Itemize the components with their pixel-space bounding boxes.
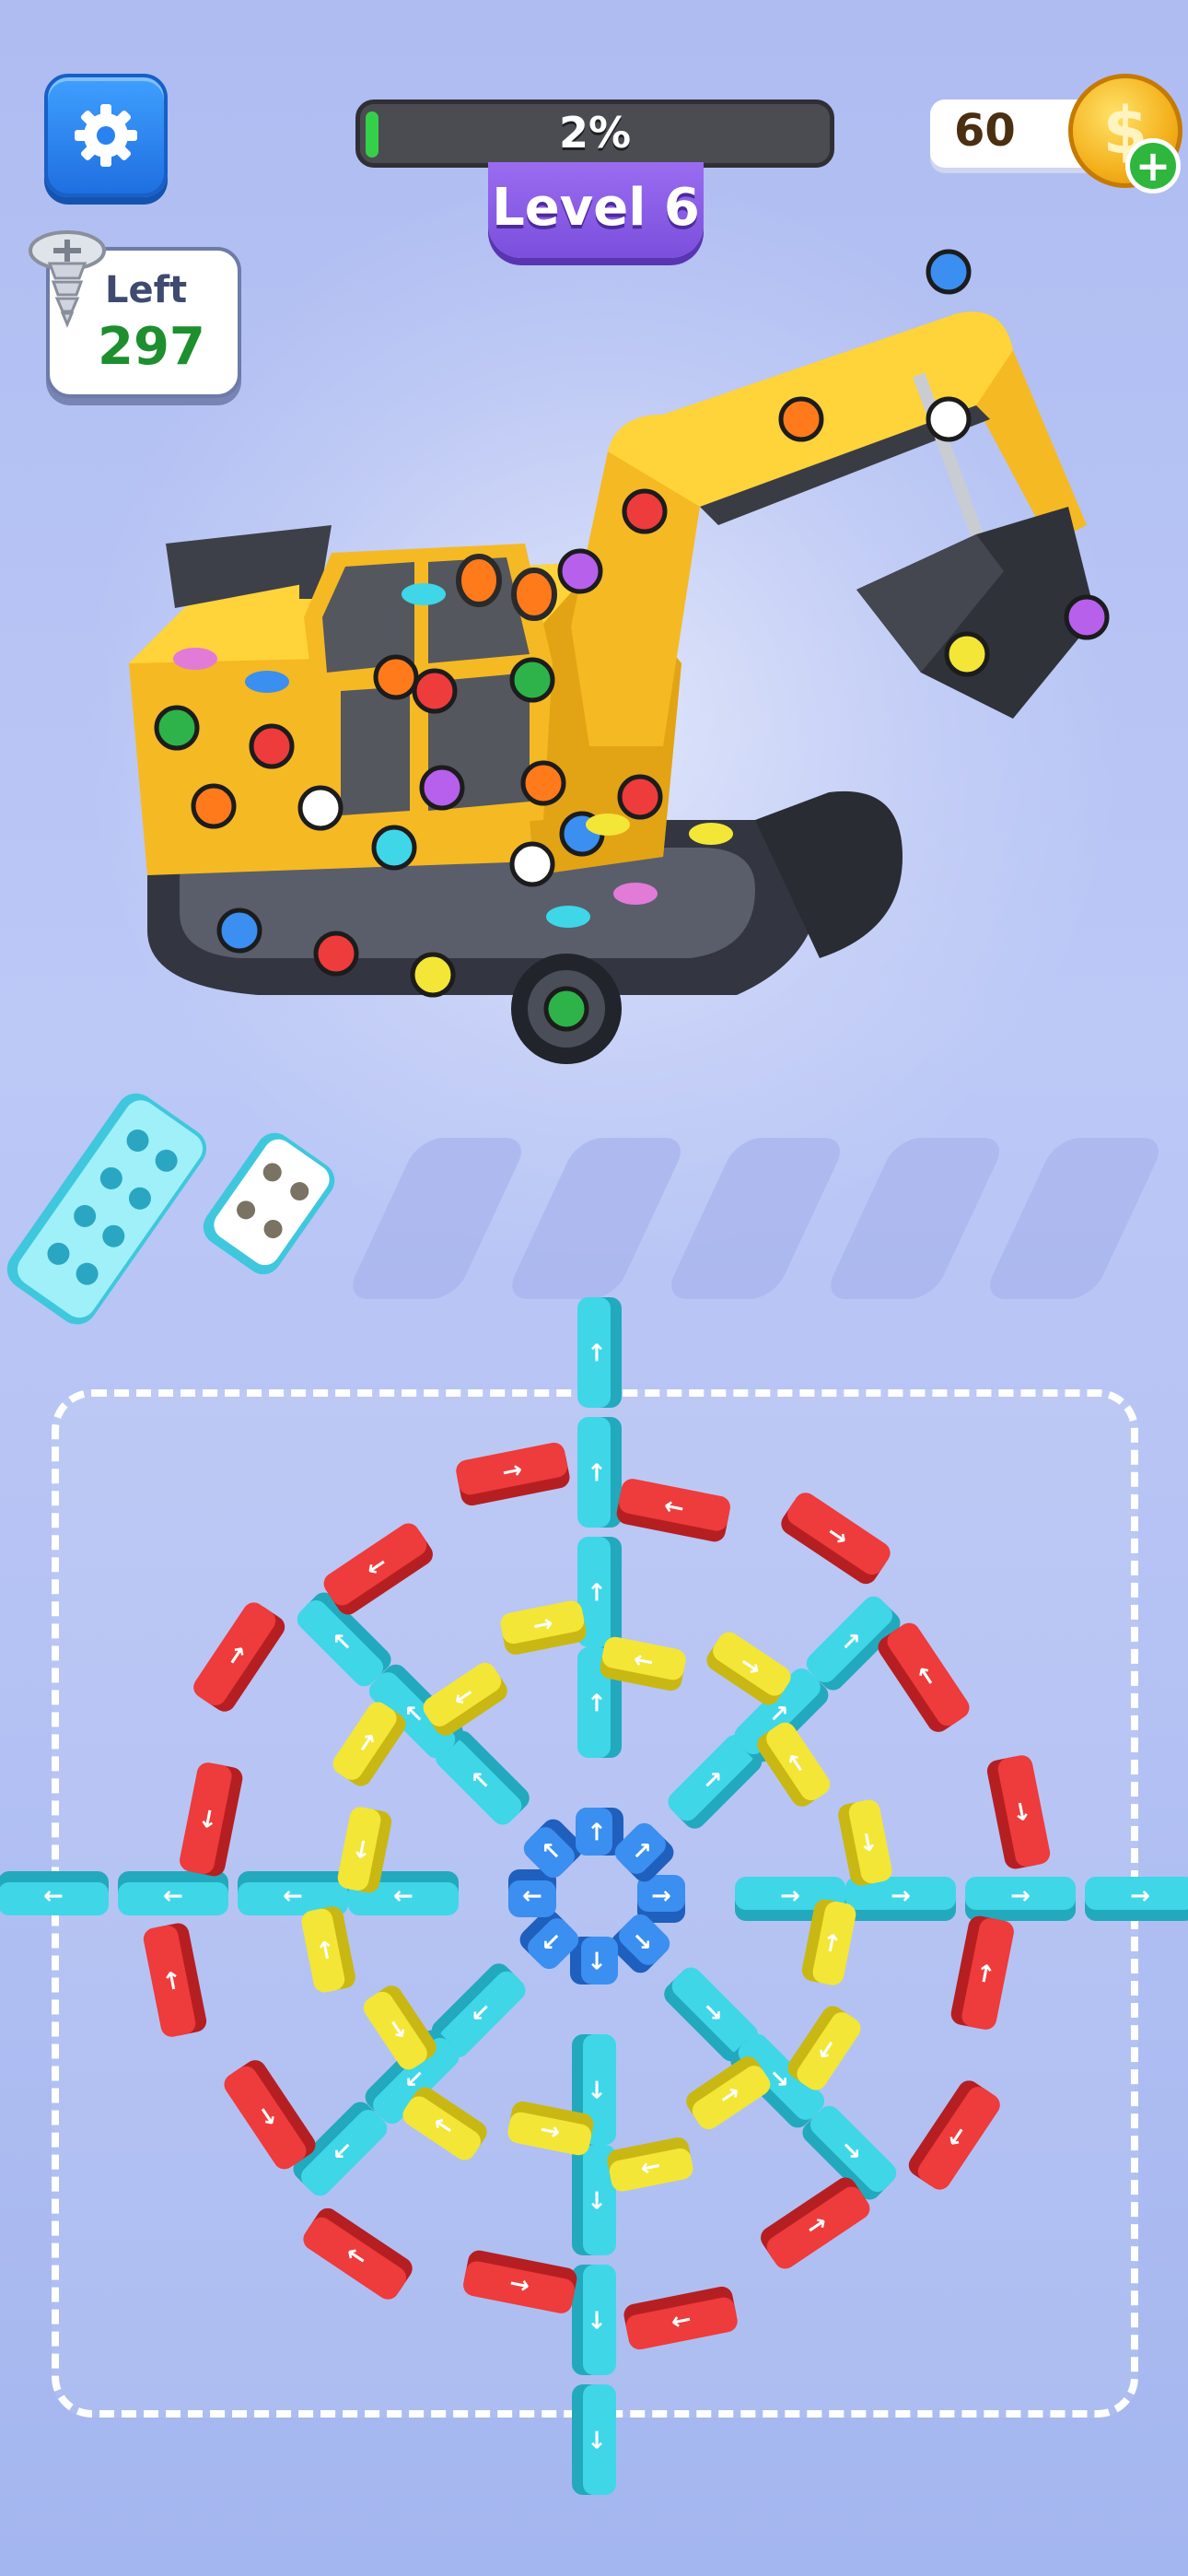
arrow-icon: → (522, 1882, 542, 1910)
puzzle-block[interactable]: → (142, 1921, 208, 2038)
block-puzzle: → → → → → → → → → → → → → → → → → → → → → → → → → → → → → → → → → → → → ← → ← →… (0, 0, 1188, 2576)
puzzle-block[interactable]: → (985, 1753, 1052, 1870)
arrow-icon: → (583, 2190, 611, 2210)
arrow-icon: → (583, 1950, 611, 1971)
puzzle-block[interactable]: → (190, 1598, 289, 1716)
arrow-icon: → (583, 2310, 611, 2330)
puzzle-block[interactable]: → (577, 1417, 622, 1528)
arrow-icon: → (163, 1882, 183, 1910)
arrow-icon: → (283, 1882, 303, 1910)
puzzle-block[interactable]: ← (178, 1761, 244, 1878)
puzzle-block[interactable]: → (1085, 1877, 1188, 1921)
arrow-icon: → (1010, 1882, 1031, 1910)
puzzle-block[interactable]: ← (756, 2173, 874, 2273)
arrow-icon: → (1130, 1882, 1150, 1910)
puzzle-block[interactable]: ← (461, 2249, 578, 2315)
puzzle-block[interactable]: → (904, 2077, 1004, 2195)
arrow-icon: → (583, 2430, 611, 2450)
puzzle-block[interactable]: → (118, 1871, 228, 1915)
puzzle-block[interactable]: → (605, 2136, 694, 2194)
puzzle-block[interactable]: ← (949, 1914, 1016, 2032)
puzzle-block[interactable]: ← (320, 1519, 437, 1619)
arrow-icon: → (583, 1821, 611, 1842)
puzzle-block[interactable]: ← (615, 1477, 732, 1543)
arrow-icon: → (393, 1882, 413, 1910)
puzzle-block[interactable]: ← (874, 1619, 973, 1737)
arrow-icon: → (583, 1462, 611, 1482)
puzzle-block[interactable]: ← (220, 2055, 320, 2173)
arrow-icon: → (583, 1582, 611, 1602)
puzzle-block[interactable]: → (572, 2384, 616, 2495)
puzzle-block[interactable]: → (498, 1598, 588, 1657)
puzzle-block[interactable]: → (622, 2285, 739, 2351)
puzzle-block[interactable]: → (572, 2265, 616, 2375)
arrow-icon: → (780, 1882, 800, 1910)
puzzle-block[interactable]: → (965, 1877, 1076, 1921)
arrow-icon: → (43, 1882, 64, 1910)
puzzle-block[interactable]: → (454, 1441, 571, 1507)
puzzle-block[interactable]: → (836, 1797, 894, 1887)
puzzle-block[interactable]: → (299, 1904, 357, 1994)
arrow-icon: → (891, 1882, 911, 1910)
puzzle-block[interactable]: → (299, 2204, 417, 2303)
puzzle-block[interactable]: → (777, 1489, 895, 1588)
arrow-icon: → (583, 2079, 611, 2100)
arrow-icon: → (651, 1882, 671, 1910)
puzzle-block[interactable]: → (0, 1871, 109, 1915)
arrow-icon: → (583, 1692, 611, 1713)
puzzle-block[interactable]: → (577, 1297, 622, 1408)
arrow-icon: → (583, 1342, 611, 1363)
